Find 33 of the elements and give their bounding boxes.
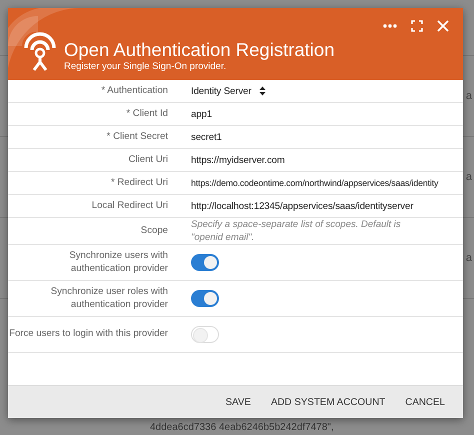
field-label: Client Uri (128, 152, 168, 167)
toggle-switch[interactable] (191, 254, 219, 271)
toggle-switch[interactable] (191, 326, 219, 343)
field-label: Scope (140, 224, 168, 238)
input-field[interactable]: https://myidserver.com (191, 154, 285, 166)
footer-button[interactable]: SAVE (218, 392, 259, 412)
field-label: Synchronize users with authentication provider (68, 249, 168, 276)
field-label: * Client Secret (106, 130, 168, 144)
field-label: * Redirect Uri (110, 176, 168, 190)
dialog-subtitle: Register your Single Sign-On provider. (64, 61, 228, 72)
footer-button[interactable]: CANCEL (397, 392, 453, 412)
close-icon[interactable] (437, 20, 449, 32)
more-icon[interactable] (383, 24, 397, 28)
field-label: Local Redirect Uri (90, 198, 168, 213)
input-field[interactable]: app1 (191, 108, 212, 120)
input-field[interactable]: secret1 (191, 132, 222, 142)
field-label: Force users to login with this provider (8, 327, 168, 342)
input-field[interactable]: http://localhost:12345/appservices/saas/identityserver (191, 200, 414, 212)
select-field[interactable]: Identity Server (191, 86, 252, 96)
background-text: 4ddea6cd7336 4eab6246b5b242df7478", (150, 422, 334, 433)
background-text: a (466, 171, 473, 183)
input-field[interactable]: Specify a space-separate list of scopes. Default is "openid email". (191, 218, 463, 244)
background-text: a (466, 90, 473, 102)
toggle-switch[interactable] (191, 290, 219, 307)
footer-button[interactable]: ADD SYSTEM ACCOUNT (262, 392, 394, 412)
field-label: Synchronize user roles with authentication provider (50, 285, 168, 312)
field-label: * Client Id (125, 106, 168, 121)
sort-arrows-icon[interactable] (259, 86, 266, 96)
background-text: a (466, 252, 473, 264)
input-field[interactable]: https://demo.codeontime.com/northwind/appservices/saas/identity (191, 178, 438, 188)
fullscreen-icon[interactable] (411, 20, 423, 32)
field-label: * Authentication (100, 84, 168, 98)
dialog-title: Open Authentication Registration (64, 39, 334, 61)
